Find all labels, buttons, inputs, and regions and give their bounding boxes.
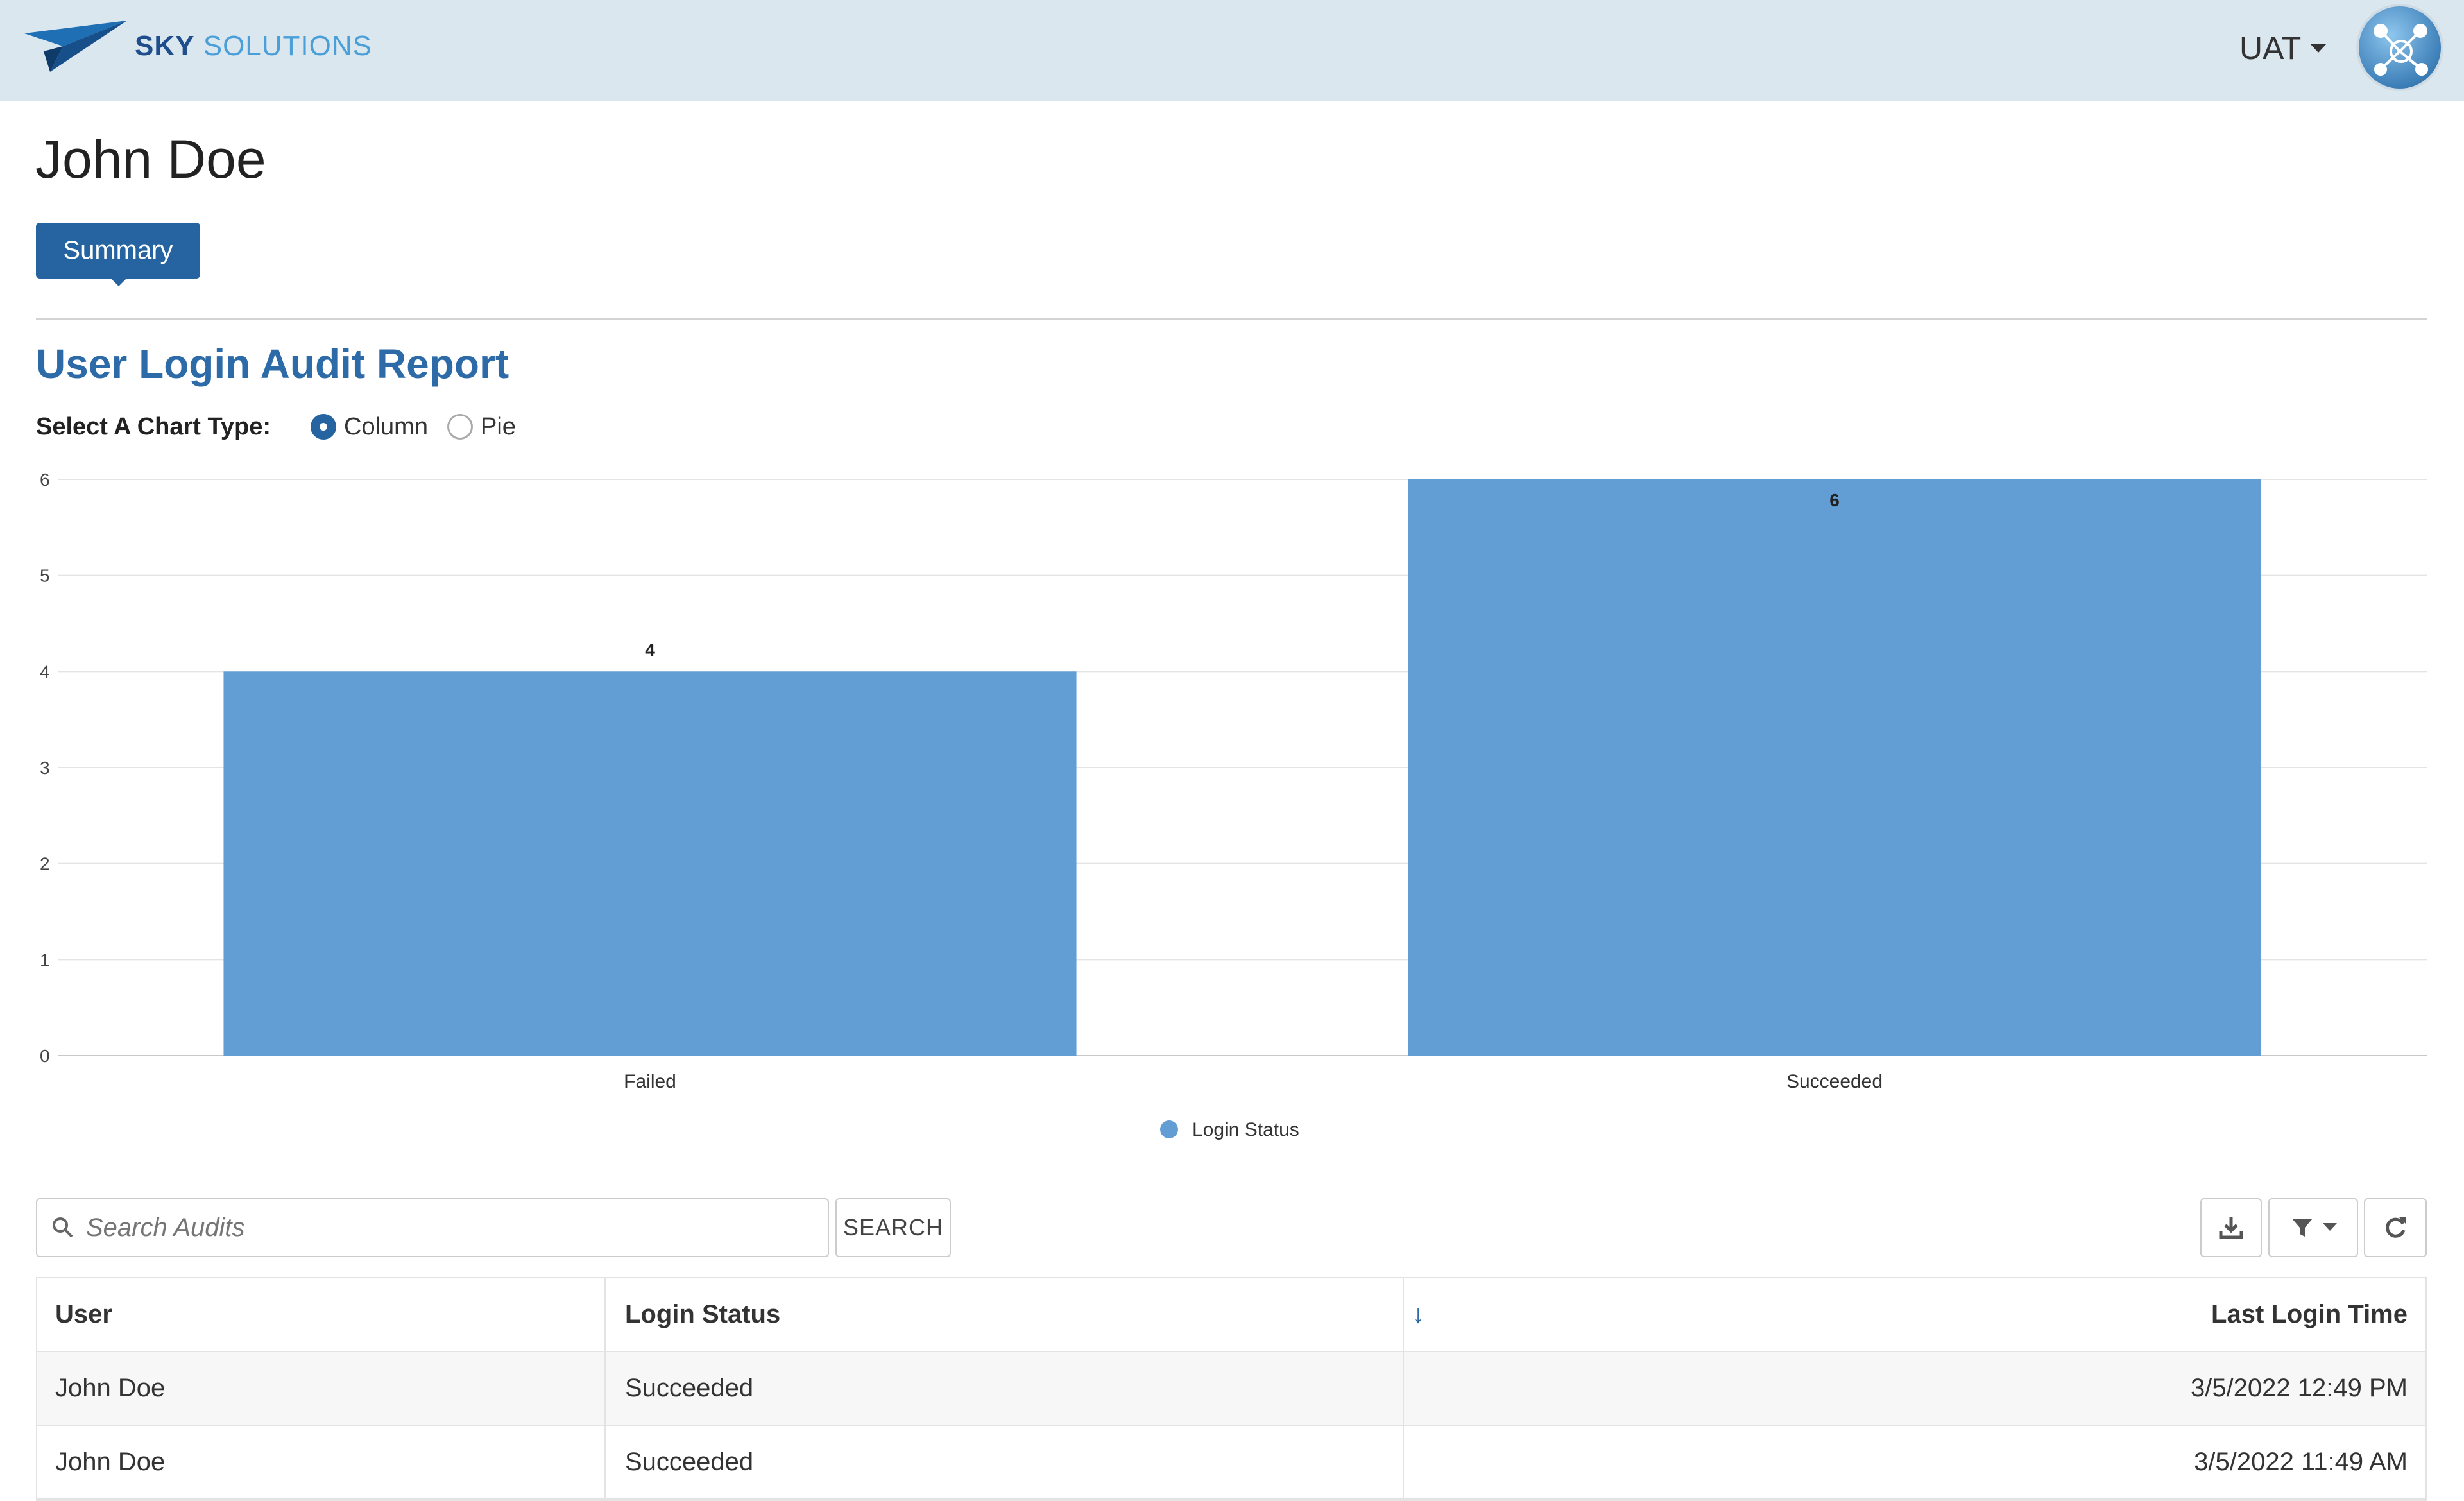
radio-selected-icon — [311, 414, 337, 440]
download-button[interactable] — [2200, 1198, 2262, 1257]
caret-down-icon — [2310, 44, 2327, 53]
data-label: 6 — [1829, 490, 1840, 510]
brand-name: SKY SOLUTIONS — [135, 30, 372, 62]
search-input[interactable] — [85, 1212, 793, 1243]
x-tick-label: Succeeded — [1786, 1071, 1883, 1092]
cell-last-login-time: 3/5/2022 11:49 AM — [2194, 1448, 2408, 1476]
section-divider — [36, 318, 2427, 320]
download-icon — [2219, 1217, 2243, 1239]
y-tick-label: 5 — [40, 566, 50, 586]
chart-type-selector: Select A Chart Type: Column Pie — [36, 407, 535, 446]
bar — [223, 671, 1077, 1056]
chart-type-column-radio[interactable]: Column — [311, 413, 428, 441]
table-row[interactable]: John Doe Succeeded 3/5/2022 12:49 PM — [37, 1352, 2426, 1426]
sort-descending-icon[interactable]: ↓ — [1412, 1300, 1425, 1329]
chart-type-label: Select A Chart Type: — [36, 413, 271, 440]
refresh-button[interactable] — [2364, 1198, 2427, 1257]
column-header-login-status[interactable]: Login Status — [606, 1278, 1404, 1351]
search-field[interactable] — [36, 1198, 829, 1257]
table-header-row: User Login Status ↓ Last Login Time — [37, 1278, 2426, 1352]
bar — [1408, 479, 2261, 1056]
legend-label: Login Status — [1192, 1119, 1299, 1140]
search-icon — [53, 1217, 73, 1238]
audit-table: User Login Status ↓ Last Login Time John… — [36, 1277, 2427, 1501]
network-avatar-icon — [2374, 24, 2428, 76]
cell-login-status: Succeeded — [606, 1352, 1404, 1425]
column-header-last-login-time-label: Last Login Time — [2211, 1300, 2408, 1328]
column-header-last-login-time[interactable]: ↓ Last Login Time — [1404, 1278, 2426, 1351]
report-title: User Login Audit Report — [36, 341, 509, 387]
search-button[interactable]: SEARCH — [835, 1198, 951, 1257]
tab-summary-label: Summary — [63, 236, 173, 264]
y-tick-label: 6 — [40, 470, 50, 490]
environment-label: UAT — [2239, 30, 2302, 66]
caret-down-icon — [2323, 1223, 2337, 1231]
cell-user: John Doe — [37, 1426, 606, 1498]
radio-unselected-icon — [447, 414, 473, 440]
y-tick-label: 3 — [40, 758, 50, 778]
x-tick-label: Failed — [624, 1071, 676, 1092]
environment-dropdown[interactable]: UAT — [2239, 26, 2327, 71]
paper-plane-logo-icon — [24, 21, 127, 72]
y-tick-label: 0 — [40, 1046, 50, 1066]
refresh-icon — [2386, 1217, 2406, 1238]
filter-button[interactable] — [2268, 1198, 2358, 1257]
chart-type-pie-label: Pie — [480, 413, 516, 440]
cell-login-status: Succeeded — [606, 1426, 1404, 1498]
chart-type-column-label: Column — [344, 413, 428, 440]
tab-pointer — [110, 278, 127, 286]
tab-summary[interactable]: Summary — [36, 223, 200, 286]
cell-last-login-time: 3/5/2022 12:49 PM — [2190, 1374, 2408, 1402]
column-header-user[interactable]: User — [37, 1278, 606, 1351]
page-title: John Doe — [35, 129, 266, 189]
login-status-column-chart: 0 1 2 3 4 5 6 4 Failed 6 Succeeded Login Status — [40, 470, 2427, 1140]
brand-logo[interactable]: SKY SOLUTIONS — [24, 21, 372, 72]
brand-word-sky: SKY — [135, 30, 195, 62]
data-label: 4 — [645, 640, 655, 660]
chart-type-pie-radio[interactable]: Pie — [447, 413, 516, 441]
y-tick-label: 1 — [40, 950, 50, 970]
filter-icon — [2292, 1219, 2313, 1237]
brand-word-solutions: SOLUTIONS — [203, 30, 372, 62]
cell-user: John Doe — [37, 1352, 606, 1425]
y-tick-label: 2 — [40, 854, 50, 874]
legend-marker — [1160, 1120, 1178, 1138]
table-row[interactable]: John Doe Succeeded 3/5/2022 11:49 AM — [37, 1426, 2426, 1500]
top-bar: SKY SOLUTIONS UAT — [0, 0, 2464, 101]
user-avatar[interactable] — [2356, 4, 2443, 91]
y-tick-label: 4 — [40, 662, 50, 682]
